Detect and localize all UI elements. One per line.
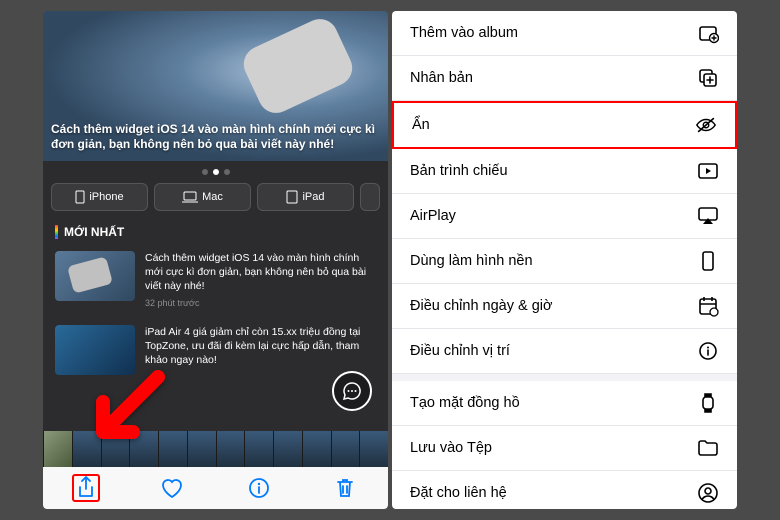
menu-label: AirPlay: [410, 208, 456, 224]
airplay-icon: [697, 205, 719, 227]
play-rect-icon: [697, 160, 719, 182]
chat-icon: [342, 381, 362, 401]
watch-icon: [697, 392, 719, 414]
menu-label: Điều chỉnh vị trí: [410, 343, 510, 359]
news-title: iPad Air 4 giá giảm chỉ còn 15.xx triệu …: [145, 325, 376, 375]
news-item-2[interactable]: iPad Air 4 giá giảm chỉ còn 15.xx triệu …: [43, 321, 388, 379]
news-title: Cách thêm widget iOS 14 vào màn hình chí…: [145, 251, 376, 294]
heart-icon: [160, 477, 184, 499]
menu-item-calendar[interactable]: Điều chỉnh ngày & giờ: [392, 284, 737, 329]
photo-strip[interactable]: [43, 431, 388, 467]
category-chips: iPhone Mac iPad: [43, 183, 388, 221]
favorite-button[interactable]: [158, 474, 186, 502]
menu-item-phone[interactable]: Dùng làm hình nền: [392, 239, 737, 284]
info-icon: [697, 340, 719, 362]
menu-label: Bản trình chiếu: [410, 163, 508, 179]
section-header: MỚI NHẤT: [43, 221, 388, 243]
folder-icon: [697, 437, 719, 459]
menu-label: Dùng làm hình nền: [410, 253, 533, 269]
menu-label: Đặt cho liên hệ: [410, 485, 507, 501]
menu-label: Tạo mặt đồng hồ: [410, 395, 520, 411]
menu-item-contact[interactable]: Đặt cho liên hệ: [392, 471, 737, 509]
chip-mac[interactable]: Mac: [154, 183, 251, 211]
left-screen: Cách thêm widget iOS 14 vào màn hình chí…: [43, 11, 388, 509]
menu-item-play-rect[interactable]: Bản trình chiếu: [392, 149, 737, 194]
share-button[interactable]: [72, 474, 100, 502]
chip-ipad[interactable]: iPad: [257, 183, 354, 211]
eye-off-icon: [695, 114, 717, 136]
share-icon: [76, 476, 96, 500]
info-button[interactable]: [245, 474, 273, 502]
menu-item-album-add[interactable]: Thêm vào album: [392, 11, 737, 56]
trash-icon: [335, 477, 355, 499]
news-item-1[interactable]: Cách thêm widget iOS 14 vào màn hình chí…: [43, 243, 388, 316]
news-time: 32 phút trước: [145, 298, 376, 308]
news-thumb: [55, 251, 135, 301]
phone-icon: [697, 250, 719, 272]
calendar-icon: [697, 295, 719, 317]
menu-item-airplay[interactable]: AirPlay: [392, 194, 737, 239]
chat-fab[interactable]: [332, 371, 372, 411]
delete-button[interactable]: [331, 474, 359, 502]
menu-item-folder[interactable]: Lưu vào Tệp: [392, 426, 737, 471]
page-dots: [43, 161, 388, 183]
menu-item-watch[interactable]: Tạo mặt đồng hồ: [392, 381, 737, 426]
hero-title: Cách thêm widget iOS 14 vào màn hình chí…: [51, 122, 380, 153]
menu-label: Lưu vào Tệp: [410, 440, 492, 456]
menu-label: Ẩn: [412, 117, 430, 133]
menu-item-eye-off[interactable]: Ẩn: [392, 101, 737, 149]
hero-article[interactable]: Cách thêm widget iOS 14 vào màn hình chí…: [43, 11, 388, 161]
contact-icon: [697, 482, 719, 504]
menu-item-duplicate[interactable]: Nhân bản: [392, 56, 737, 101]
menu-item-info[interactable]: Điều chỉnh vị trí: [392, 329, 737, 374]
duplicate-icon: [697, 67, 719, 89]
menu-label: Nhân bản: [410, 70, 473, 86]
news-thumb: [55, 325, 135, 375]
menu-label: Điều chỉnh ngày & giờ: [410, 298, 553, 314]
menu-label: Thêm vào album: [410, 25, 518, 41]
bottom-toolbar: [43, 467, 388, 509]
info-icon: [248, 477, 270, 499]
chip-iphone[interactable]: iPhone: [51, 183, 148, 211]
chip-more[interactable]: [360, 183, 380, 211]
share-sheet: Thêm vào album Nhân bản Ẩn Bản trình chiếu A…: [392, 11, 737, 509]
album-add-icon: [697, 22, 719, 44]
